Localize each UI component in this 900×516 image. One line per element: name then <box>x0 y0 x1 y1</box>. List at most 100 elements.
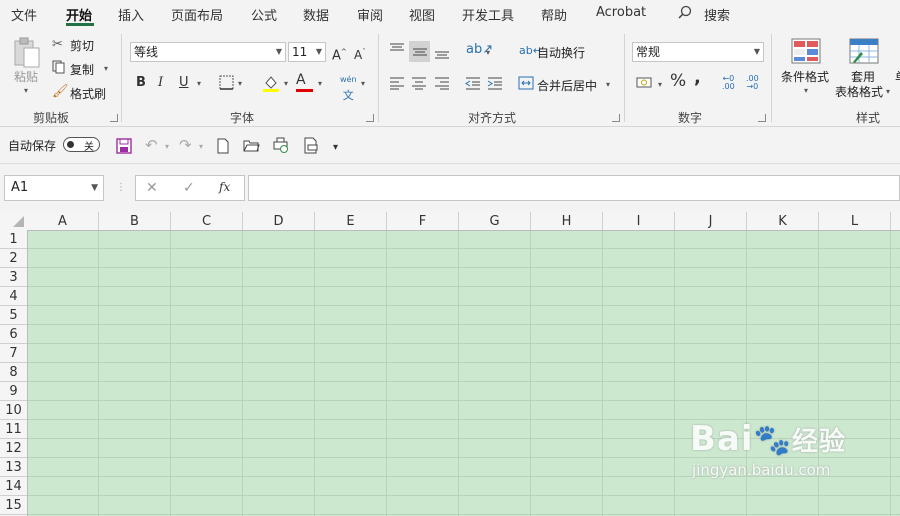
menu-help[interactable]: 帮助 <box>541 5 567 24</box>
row-header-4[interactable]: 4 <box>0 287 27 306</box>
column-header-L[interactable]: L <box>819 212 891 230</box>
customize-qat-icon[interactable]: ▾ <box>333 140 338 156</box>
column-header-A[interactable]: A <box>27 212 99 230</box>
format-table-button[interactable]: 表格格式 <box>835 83 883 100</box>
column-header-H[interactable]: H <box>531 212 603 230</box>
cancel-icon[interactable]: ✕ <box>146 180 158 196</box>
italic-button[interactable]: I <box>158 75 163 91</box>
font-color-icon[interactable]: A <box>296 72 306 88</box>
row-header-6[interactable]: 6 <box>0 325 27 344</box>
menu-file[interactable]: 文件 <box>11 5 37 24</box>
print-icon[interactable] <box>303 137 319 159</box>
menu-acrobat[interactable]: Acrobat <box>596 5 646 20</box>
row-header-1[interactable]: 1 <box>0 230 27 249</box>
paste-dropdown-icon[interactable]: ▾ <box>24 86 28 95</box>
row-header-8[interactable]: 8 <box>0 363 27 382</box>
increase-font-icon[interactable]: A^ <box>332 44 347 64</box>
increase-decimal-icon[interactable]: ←0.00 <box>722 75 735 91</box>
decrease-font-icon[interactable]: Aˇ <box>354 44 366 63</box>
column-header-G[interactable]: G <box>459 212 531 230</box>
clipboard-launcher-icon[interactable] <box>110 114 118 122</box>
column-header-D[interactable]: D <box>243 212 315 230</box>
save-icon[interactable] <box>116 138 132 159</box>
menu-insert[interactable]: 插入 <box>118 5 144 24</box>
conditional-dropdown-icon[interactable]: ▾ <box>804 86 808 95</box>
menu-formulas[interactable]: 公式 <box>251 5 277 24</box>
search-icon[interactable] <box>678 5 692 23</box>
row-header-7[interactable]: 7 <box>0 344 27 363</box>
currency-icon[interactable] <box>636 76 654 95</box>
column-header-I[interactable]: I <box>603 212 675 230</box>
font-size-combo[interactable]: 11 ▼ <box>288 42 326 62</box>
menu-developer[interactable]: 开发工具 <box>462 5 514 24</box>
row-header-3[interactable]: 3 <box>0 268 27 287</box>
row-header-2[interactable]: 2 <box>0 249 27 268</box>
format-painter-button[interactable]: 格式刷 <box>70 85 106 102</box>
new-file-icon[interactable] <box>216 138 230 159</box>
fill-color-dropdown-icon[interactable]: ▾ <box>284 79 288 88</box>
merge-center-icon[interactable] <box>518 76 534 95</box>
align-right-icon[interactable] <box>434 76 450 95</box>
select-all-corner[interactable] <box>0 212 27 230</box>
copy-button[interactable]: 复制 <box>70 61 94 78</box>
conditional-format-button[interactable]: 条件格式 <box>781 68 829 85</box>
row-header-14[interactable]: 14 <box>0 477 27 496</box>
row-header-13[interactable]: 13 <box>0 458 27 477</box>
comma-button[interactable]: , <box>694 69 701 87</box>
font-launcher-icon[interactable] <box>366 114 374 122</box>
menu-data[interactable]: 数据 <box>303 5 329 24</box>
copy-icon[interactable] <box>52 60 66 79</box>
merge-center-button[interactable]: 合并后居中 <box>537 77 597 94</box>
decrease-decimal-icon[interactable]: .00 →0 <box>746 75 759 91</box>
phonetic-icon[interactable]: wén 文 <box>340 72 357 105</box>
enter-icon[interactable]: ✓ <box>183 180 195 196</box>
undo-dropdown-icon[interactable]: ▾ <box>165 142 169 151</box>
fill-color-icon[interactable] <box>262 73 280 98</box>
paste-icon[interactable] <box>12 36 42 70</box>
row-header-11[interactable]: 11 <box>0 420 27 439</box>
column-header-K[interactable]: K <box>747 212 819 230</box>
row-header-12[interactable]: 12 <box>0 439 27 458</box>
row-header-9[interactable]: 9 <box>0 382 27 401</box>
menu-review[interactable]: 审阅 <box>357 5 383 24</box>
orientation-dropdown-icon[interactable]: ▾ <box>486 48 490 57</box>
format-table-icon[interactable] <box>849 38 879 69</box>
menu-page-layout[interactable]: 页面布局 <box>171 5 223 24</box>
align-center-icon[interactable] <box>411 76 427 95</box>
border-icon[interactable] <box>219 75 234 95</box>
menu-home[interactable]: 开始 <box>66 5 92 24</box>
name-box[interactable]: A1 ▼ <box>4 175 104 201</box>
merge-dropdown-icon[interactable]: ▾ <box>606 80 610 89</box>
row-header-15[interactable]: 15 <box>0 496 27 515</box>
menu-search[interactable]: 搜索 <box>704 5 730 24</box>
alignment-launcher-icon[interactable] <box>612 114 620 122</box>
wrap-text-button[interactable]: 自动换行 <box>537 44 585 61</box>
row-header-10[interactable]: 10 <box>0 401 27 420</box>
row-header-5[interactable]: 5 <box>0 306 27 325</box>
copy-dropdown-icon[interactable]: ▾ <box>104 64 108 73</box>
underline-dropdown-icon[interactable]: ▾ <box>197 79 201 88</box>
redo-dropdown-icon[interactable]: ▾ <box>199 142 203 151</box>
menu-view[interactable]: 视图 <box>409 5 435 24</box>
align-left-icon[interactable] <box>389 76 405 95</box>
column-header-B[interactable]: B <box>99 212 171 230</box>
open-folder-icon[interactable] <box>243 138 260 158</box>
cell-styles-button[interactable]: 单 <box>895 68 900 85</box>
format-painter-icon[interactable]: 🖌 <box>52 84 69 100</box>
scissors-icon[interactable]: ✂ <box>52 37 63 53</box>
paste-button[interactable]: 粘贴 <box>14 68 38 85</box>
format-table-dropdown-icon[interactable]: ▾ <box>886 87 890 96</box>
font-color-dropdown-icon[interactable]: ▾ <box>318 79 322 88</box>
column-header-C[interactable]: C <box>171 212 243 230</box>
column-header-E[interactable]: E <box>315 212 387 230</box>
border-dropdown-icon[interactable]: ▾ <box>238 79 242 88</box>
phonetic-dropdown-icon[interactable]: ▾ <box>361 79 365 88</box>
undo-icon[interactable]: ↶ <box>145 137 158 153</box>
decrease-indent-icon[interactable] <box>465 76 481 95</box>
align-middle-icon[interactable] <box>412 45 428 64</box>
column-header-F[interactable]: F <box>387 212 459 230</box>
align-bottom-icon[interactable] <box>434 46 450 65</box>
increase-indent-icon[interactable] <box>487 76 503 95</box>
conditional-format-icon[interactable] <box>791 38 821 69</box>
print-preview-icon[interactable] <box>272 137 290 159</box>
